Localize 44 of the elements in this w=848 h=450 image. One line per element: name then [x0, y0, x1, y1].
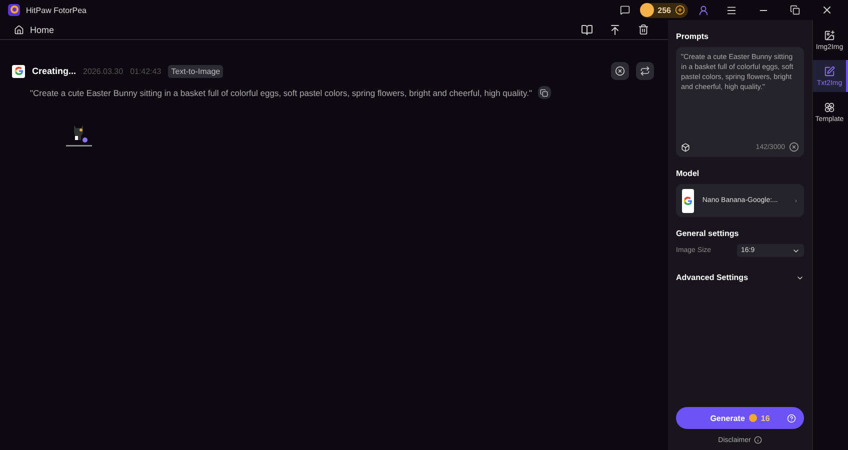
copy-icon	[540, 88, 548, 96]
coin-icon	[748, 414, 757, 422]
repeat-icon	[640, 66, 650, 76]
clear-icon[interactable]	[789, 142, 799, 152]
app-logo-icon	[8, 4, 20, 16]
task-date: 2026.03.30	[83, 66, 124, 76]
chevron-right-icon	[794, 196, 798, 204]
regenerate-button[interactable]	[636, 62, 654, 80]
info-icon[interactable]	[754, 436, 762, 444]
model-heading: Model	[676, 169, 700, 178]
cube-icon[interactable]	[681, 142, 690, 152]
edit-icon	[824, 66, 835, 76]
advanced-heading[interactable]: Advanced Settings	[676, 273, 748, 282]
task-prompt: "Create a cute Easter Bunny sitting in a basket full of colorful eggs, soft pastel colors, spring flowers, bright and cheerful, high quality."	[30, 88, 532, 98]
user-icon	[698, 4, 708, 16]
trash-icon	[638, 24, 648, 35]
copy-button[interactable]	[538, 86, 551, 99]
upload-icon	[609, 24, 621, 36]
coin-icon	[640, 3, 654, 17]
close-icon	[821, 4, 833, 16]
help-icon[interactable]	[787, 414, 796, 422]
plus-icon[interactable]	[675, 5, 685, 15]
task-tag: Text-to-Image	[168, 64, 224, 78]
cancel-button[interactable]	[611, 62, 629, 80]
restore-icon	[790, 5, 800, 15]
task-time: 01:42:43	[130, 66, 162, 76]
loading-cat-drawing	[65, 123, 93, 149]
chat-icon	[620, 5, 630, 15]
image-plus-icon	[824, 30, 835, 40]
book-icon	[581, 24, 593, 36]
generate-button[interactable]: Generate 16	[676, 407, 804, 429]
cancel-icon	[615, 66, 625, 76]
window-title: HitPaw FotorPea	[26, 6, 86, 14]
prompts-heading: Prompts	[676, 32, 710, 41]
menu-icon	[726, 4, 736, 16]
clover-icon	[824, 102, 835, 112]
general-heading: General settings	[676, 229, 740, 238]
home-icon[interactable]	[14, 24, 24, 34]
credits-pill[interactable]: 256	[640, 2, 688, 18]
cost-value: 16	[760, 414, 770, 422]
task-status: Creating...	[32, 66, 76, 76]
home-link[interactable]: Home	[30, 24, 54, 34]
google-logo-icon	[683, 196, 694, 206]
credits-count: 256	[658, 6, 671, 14]
